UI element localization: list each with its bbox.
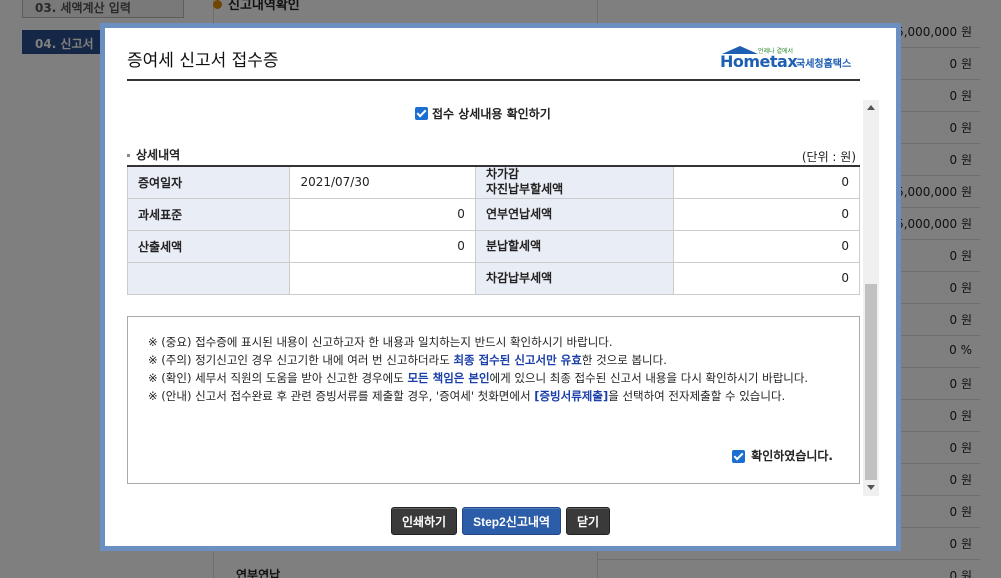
row-label: 산출세액 [127,229,291,263]
button-row: 인쇄하기 Step2신고내역 닫기 [105,507,896,535]
notice-text: 을 선택하여 전자제출할 수 있습니다. [608,389,786,403]
step2-report-button[interactable]: Step2신고내역 [462,507,561,535]
notice-line: ※ (중요) 접수증에 표시된 내용이 신고하고자 한 내용과 일치하는지 반드… [148,333,839,351]
notice-text: ※ (중요) 접수증에 표시된 내용이 신고하고자 한 내용과 일치하는지 반드… [148,335,613,349]
row-label: 분납할세액 [474,229,675,263]
notice-line: ※ (확인) 세무서 직원의 도움을 받아 신고한 경우에도 모든 책임은 본인… [148,369,839,387]
confirm-detail-checkbox[interactable]: 접수 상세내용 확인하기 [415,105,551,122]
table-row: 증여일자 2021/07/30 차가감 자진납부할세액 0 [127,165,860,199]
table-row: 산출세액 0 분납할세액 0 [127,229,860,263]
notice-text: 한 것으로 봅니다. [581,353,667,367]
row-label: 차감납부세액 [474,261,675,295]
row-label: 과세표준 [127,197,291,231]
notice-highlight: 모든 책임은 본인 [407,371,490,385]
table-row: 과세표준 0 연부연납세액 0 [127,197,860,231]
notice-highlight: [증빙서류제출] [534,389,609,403]
table-row: 차감납부세액 0 [127,261,860,295]
hometax-logo: 언제나 곁에서 Hometax 국세청홈택스 [720,46,852,71]
scroll-down-arrow-icon[interactable] [863,482,879,494]
receipt-modal: 증여세 신고서 접수증 언제나 곁에서 Hometax 국세청홈택스 접수 상세… [100,23,901,551]
modal-header: 증여세 신고서 접수증 언제나 곁에서 Hometax 국세청홈택스 [127,28,860,81]
row-label: 연부연납세액 [474,197,675,231]
row-value [289,261,476,295]
notice-highlight: 최종 접수된 신고서만 유효 [453,353,582,367]
section-title: 상세내역 [127,146,180,163]
row-label: 증여일자 [127,165,291,199]
row-value: 0 [673,165,860,199]
row-value: 0 [673,229,860,263]
row-label: 차가감 자진납부할세액 [474,165,675,199]
notice-text: ※ (안내) 신고서 접수완료 후 관련 증빙서류를 제출할 경우, '증여세'… [148,389,535,403]
close-button[interactable]: 닫기 [565,507,611,535]
notice-text: 에게 있으니 최종 접수된 신고서 내용을 다시 확인하시기 바랍니다. [489,371,809,385]
modal-title: 증여세 신고서 접수증 [127,51,279,71]
scroll-thumb[interactable] [865,284,877,480]
notice-text: ※ (주의) 정기신고인 경우 신고기한 내에 여러 번 신고하더라도 [148,353,454,367]
row-value: 0 [289,197,476,231]
notice-line: ※ (안내) 신고서 접수완료 후 관련 증빙서류를 제출할 경우, '증여세'… [148,387,839,405]
notice-box: ※ (중요) 접수증에 표시된 내용이 신고하고자 한 내용과 일치하는지 반드… [127,316,860,484]
modal-scroll-content: 접수 상세내용 확인하기 상세내역 (단위 : 원) 증여일자 2021/07/3… [127,100,860,496]
scroll-up-arrow-icon[interactable] [863,102,879,114]
row-value: 2021/07/30 [289,165,476,199]
row-label [127,261,291,295]
vertical-scrollbar[interactable] [863,100,879,496]
notice-line: ※ (주의) 정기신고인 경우 신고기한 내에 여러 번 신고하더라도 최종 접… [148,351,839,369]
unit-label: (단위 : 원) [801,150,856,164]
checkbox-checked-icon[interactable] [415,107,428,120]
row-value: 0 [289,229,476,263]
print-button[interactable]: 인쇄하기 [390,507,458,535]
confirmed-checkbox[interactable]: 확인하였습니다. [732,447,833,465]
row-value: 0 [673,261,860,295]
detail-table: 증여일자 2021/07/30 차가감 자진납부할세액 0 과세표준 0 연부연납세액 0 산출세… [127,165,860,295]
checkbox-checked-icon[interactable] [732,449,746,463]
notice-text: ※ (확인) 세무서 직원의 도움을 받아 신고한 경우에도 [148,371,408,385]
row-value: 0 [673,197,860,231]
